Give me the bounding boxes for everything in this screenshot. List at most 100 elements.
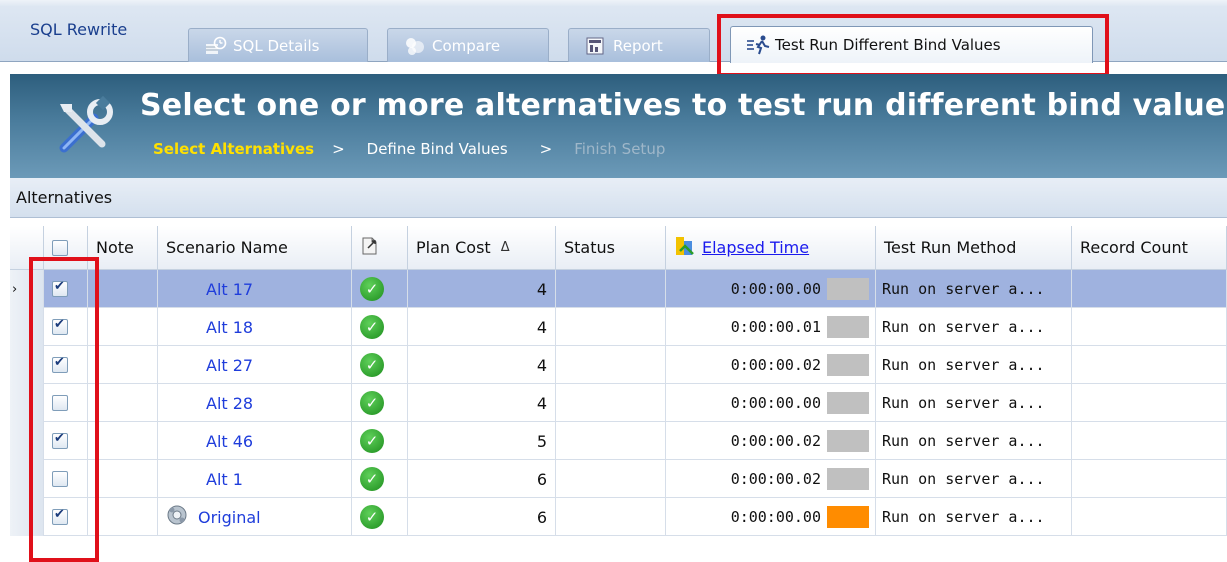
table-row[interactable]: Alt 46 ✓ 5 0:00:00.02 Run on server a... [10, 422, 1227, 460]
scenario-name-link[interactable]: Alt 27 [206, 356, 253, 375]
row-checkbox[interactable] [52, 395, 68, 411]
table-row[interactable]: Alt 27 ✓ 4 0:00:00.02 Run on server a... [10, 346, 1227, 384]
row-checkbox[interactable] [52, 355, 68, 373]
scenario-cell[interactable]: Alt 18 [158, 308, 352, 346]
tab-test-run-different-bind-values[interactable]: Test Run Different Bind Values [730, 26, 1093, 63]
scenario-name-link[interactable]: Alt 18 [206, 318, 253, 337]
row-selector[interactable] [10, 384, 44, 422]
row-selector[interactable] [10, 346, 44, 384]
compare-icon [404, 36, 426, 56]
scenario-cell[interactable]: Alt 46 [158, 422, 352, 460]
plan-cost-cell: 4 [408, 384, 556, 422]
record-count-cell [1072, 384, 1227, 422]
record-count-cell [1072, 460, 1227, 498]
row-selector[interactable] [10, 308, 44, 346]
elapsed-time-value: 0:00:00.02 [730, 470, 821, 488]
row-selector[interactable] [10, 460, 44, 498]
scenario-name-link[interactable]: Alt 17 [206, 280, 253, 299]
test-run-method-cell[interactable]: Run on server a... [876, 422, 1072, 460]
note-cell[interactable] [88, 460, 158, 498]
elapsed-time-bar [827, 278, 869, 300]
row-checkbox-cell[interactable] [44, 460, 88, 498]
status-cell [556, 384, 666, 422]
table-row[interactable]: Alt 28 ✓ 4 0:00:00.00 Run on server a... [10, 384, 1227, 422]
scenario-name-link[interactable]: Alt 46 [206, 432, 253, 451]
tab-compare[interactable]: Compare [387, 28, 549, 62]
column-header-icon[interactable] [352, 226, 408, 270]
table-row[interactable]: › Alt 17 ✓ 4 0:00:00.00 Run on server a... [10, 270, 1227, 308]
column-header-scenario-name[interactable]: Scenario Name [158, 226, 352, 270]
row-checkbox-cell[interactable] [44, 270, 88, 308]
row-checkbox[interactable] [52, 317, 68, 335]
row-selector[interactable] [10, 422, 44, 460]
document-arrow-icon [360, 236, 380, 260]
row-selector[interactable] [10, 498, 44, 536]
test-run-method-cell[interactable]: Run on server a... [876, 460, 1072, 498]
column-header-test-run-method[interactable]: Test Run Method [876, 226, 1072, 270]
tab-sql-details[interactable]: SQL Details [188, 28, 368, 62]
column-header-note[interactable]: Note [88, 226, 158, 270]
table-row[interactable]: Original ✓ 6 0:00:00.00 Run on server a... [10, 498, 1227, 536]
table-row[interactable]: Alt 18 ✓ 4 0:00:00.01 Run on server a... [10, 308, 1227, 346]
plan-cost-cell: 6 [408, 498, 556, 536]
column-header-record-count[interactable]: Record Count [1072, 226, 1227, 270]
row-checkbox-cell[interactable] [44, 308, 88, 346]
scenario-cell[interactable]: Alt 28 [158, 384, 352, 422]
select-all-header[interactable] [44, 226, 88, 270]
record-count-cell [1072, 308, 1227, 346]
test-run-method-cell[interactable]: Run on server a... [876, 308, 1072, 346]
tab-report[interactable]: Report [568, 28, 710, 62]
row-checkbox[interactable] [52, 431, 68, 449]
row-checkbox-cell[interactable] [44, 422, 88, 460]
note-cell[interactable] [88, 270, 158, 308]
test-run-icon [747, 35, 770, 55]
plan-status-cell: ✓ [352, 308, 408, 346]
row-checkbox[interactable] [52, 507, 68, 525]
plan-status-cell: ✓ [352, 384, 408, 422]
elapsed-time-value: 0:00:00.00 [730, 394, 821, 412]
elapsed-time-icon [674, 235, 696, 261]
elapsed-time-cell: 0:00:00.02 [666, 460, 876, 498]
scenario-cell[interactable]: Alt 17 [158, 270, 352, 308]
scenario-name-link[interactable]: Original [198, 508, 261, 527]
note-cell[interactable] [88, 422, 158, 460]
plan-status-cell: ✓ [352, 498, 408, 536]
row-checkbox-cell[interactable] [44, 346, 88, 384]
tab-test-run-label: Test Run Different Bind Values [775, 36, 1001, 54]
elapsed-time-bar [827, 354, 869, 376]
select-all-checkbox[interactable] [52, 239, 68, 256]
row-checkbox-cell[interactable] [44, 498, 88, 536]
test-run-method-cell[interactable]: Run on server a... [876, 498, 1072, 536]
test-run-method-cell[interactable]: Run on server a... [876, 346, 1072, 384]
note-cell[interactable] [88, 498, 158, 536]
column-header-plan-cost[interactable]: Plan Cost Δ [408, 226, 556, 270]
test-run-method-cell[interactable]: Run on server a... [876, 384, 1072, 422]
note-cell[interactable] [88, 384, 158, 422]
column-header-elapsed-time[interactable]: Elapsed Time [666, 226, 876, 270]
column-header-status[interactable]: Status [556, 226, 666, 270]
scenario-cell[interactable]: Alt 1 [158, 460, 352, 498]
table-row[interactable]: Alt 1 ✓ 6 0:00:00.02 Run on server a... [10, 460, 1227, 498]
plan-cost-cell: 4 [408, 308, 556, 346]
row-checkbox-cell[interactable] [44, 384, 88, 422]
scenario-cell[interactable]: Original [158, 498, 352, 536]
current-row-indicator-icon: › [12, 281, 18, 297]
scenario-name-link[interactable]: Alt 1 [206, 470, 243, 489]
step-select-alternatives[interactable]: Select Alternatives [153, 140, 314, 158]
elapsed-time-value: 0:00:00.02 [730, 432, 821, 450]
note-cell[interactable] [88, 308, 158, 346]
row-checkbox[interactable] [52, 471, 68, 487]
note-cell[interactable] [88, 346, 158, 384]
scenario-name-link[interactable]: Alt 28 [206, 394, 253, 413]
status-cell [556, 498, 666, 536]
test-run-method-cell[interactable]: Run on server a... [876, 270, 1072, 308]
scenario-cell[interactable]: Alt 27 [158, 346, 352, 384]
step-define-bind-values[interactable]: Define Bind Values [367, 140, 508, 158]
row-checkbox[interactable] [52, 279, 68, 297]
elapsed-time-link[interactable]: Elapsed Time [702, 238, 809, 257]
plan-cost-label: Plan Cost [416, 238, 491, 257]
plan-cost-cell: 4 [408, 270, 556, 308]
status-cell [556, 422, 666, 460]
record-count-cell [1072, 346, 1227, 384]
row-selector[interactable]: › [10, 270, 44, 308]
